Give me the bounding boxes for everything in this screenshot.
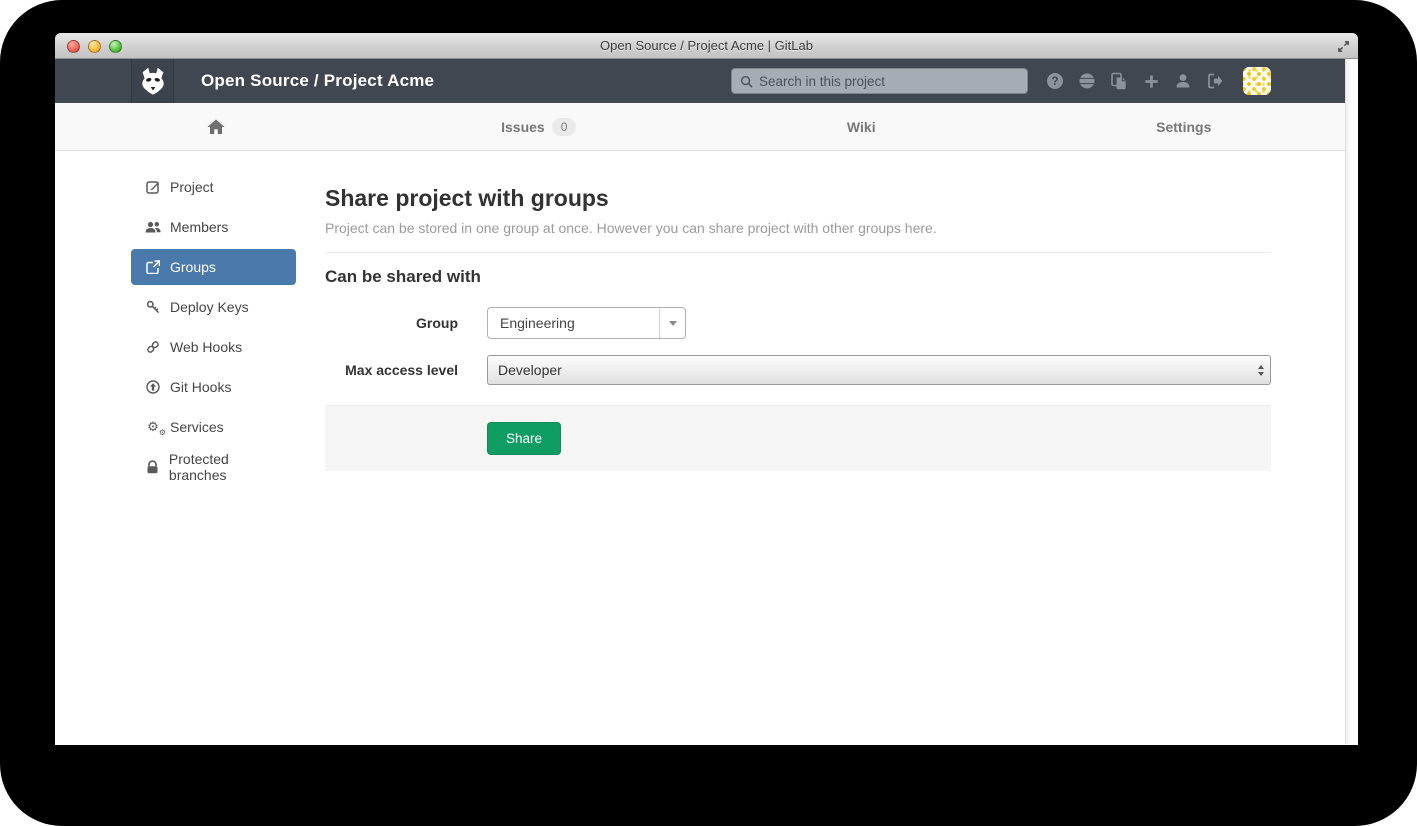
tanuki-logo-icon	[137, 65, 169, 97]
profile-icon[interactable]	[1167, 65, 1199, 97]
window-titlebar: Open Source / Project Acme | GitLab	[55, 33, 1358, 59]
logout-icon[interactable]	[1199, 65, 1231, 97]
sidebar-item-project[interactable]: Project	[131, 169, 296, 205]
sidebar-item-label: Project	[170, 179, 214, 195]
home-icon	[207, 119, 225, 135]
nav-wiki[interactable]: Wiki	[700, 103, 1023, 150]
sidebar-item-label: Web Hooks	[170, 339, 242, 355]
sidebar-item-protected-branches[interactable]: Protected branches	[131, 449, 296, 485]
group-form-row: Group Engineering	[325, 307, 1271, 339]
max-access-form-row: Max access level Developer	[325, 355, 1271, 385]
app-header: Open Source / Project Acme ?	[55, 59, 1358, 103]
pencil-square-icon	[145, 180, 161, 194]
group-select-value: Engineering	[488, 308, 659, 338]
svg-text:?: ?	[1051, 76, 1058, 88]
close-window-button[interactable]	[67, 40, 80, 53]
minimize-window-button[interactable]	[88, 40, 101, 53]
settings-sidebar: Project Members Groups	[131, 169, 296, 743]
nav-home[interactable]	[55, 103, 378, 150]
key-icon	[145, 300, 161, 314]
lock-icon	[145, 460, 160, 474]
sidebar-item-members[interactable]: Members	[131, 209, 296, 245]
globe-icon[interactable]	[1071, 65, 1103, 97]
header-icons: ?	[1039, 65, 1231, 97]
sidebar-item-label: Git Hooks	[170, 379, 231, 395]
select-stepper-icon	[1258, 365, 1264, 376]
main-panel: Share project with groups Project can be…	[325, 169, 1271, 743]
window-title: Open Source / Project Acme | GitLab	[600, 38, 813, 53]
gitlab-logo[interactable]	[131, 59, 174, 103]
nav-settings-label: Settings	[1156, 119, 1211, 135]
nav-issues-label: Issues	[501, 119, 545, 135]
users-icon	[145, 220, 161, 234]
user-avatar[interactable]	[1243, 67, 1271, 95]
section-heading: Can be shared with	[325, 267, 1271, 287]
share-button[interactable]: Share	[487, 422, 561, 455]
sidebar-item-label: Services	[170, 419, 224, 435]
zoom-window-button[interactable]	[109, 40, 122, 53]
sidebar-item-label: Groups	[170, 259, 216, 275]
gears-icon: ⚙⚙	[145, 421, 161, 434]
sidebar-item-label: Members	[170, 219, 228, 235]
sidebar-item-web-hooks[interactable]: Web Hooks	[131, 329, 296, 365]
sidebar-item-label: Deploy Keys	[170, 299, 249, 315]
header-left-spacer	[55, 59, 131, 103]
new-project-icon[interactable]	[1135, 65, 1167, 97]
link-icon	[145, 340, 161, 354]
nav-issues[interactable]: Issues 0	[378, 103, 701, 150]
browser-viewport: Open Source / Project Acme ?	[55, 59, 1358, 744]
project-nav: Issues 0 Wiki Settings	[55, 103, 1358, 151]
group-label: Group	[325, 315, 458, 331]
max-access-select-value: Developer	[498, 362, 562, 378]
header-project-title: Open Source / Project Acme	[201, 71, 434, 91]
issues-count-badge: 0	[552, 118, 577, 136]
snippets-icon[interactable]	[1103, 65, 1135, 97]
browser-window: Open Source / Project Acme | GitLab Open…	[55, 33, 1358, 745]
page-content: Project Members Groups	[55, 151, 1358, 743]
search-input[interactable]	[759, 74, 1019, 89]
fullscreen-icon[interactable]	[1336, 39, 1351, 54]
help-icon[interactable]: ?	[1039, 65, 1071, 97]
max-access-label: Max access level	[325, 362, 458, 378]
divider	[325, 252, 1271, 253]
group-select[interactable]: Engineering	[487, 307, 686, 339]
form-actions: Share	[325, 405, 1271, 471]
sidebar-item-services[interactable]: ⚙⚙ Services	[131, 409, 296, 445]
search-box	[731, 68, 1028, 94]
sidebar-item-git-hooks[interactable]: Git Hooks	[131, 369, 296, 405]
nav-wiki-label: Wiki	[847, 119, 876, 135]
share-square-icon	[145, 260, 161, 274]
page-title: Share project with groups	[325, 185, 1271, 212]
page-description: Project can be stored in one group at on…	[325, 220, 1271, 236]
nav-settings[interactable]: Settings	[1023, 103, 1346, 150]
max-access-select[interactable]: Developer	[487, 355, 1271, 385]
sidebar-item-groups[interactable]: Groups	[131, 249, 296, 285]
sidebar-item-label: Protected branches	[169, 451, 282, 483]
scrollbar-track[interactable]	[1345, 59, 1358, 744]
sidebar-item-deploy-keys[interactable]: Deploy Keys	[131, 289, 296, 325]
traffic-lights	[67, 33, 122, 59]
upload-circle-icon	[145, 380, 161, 394]
search-icon	[740, 75, 753, 88]
screenshot-background: Open Source / Project Acme | GitLab Open…	[0, 0, 1417, 826]
chevron-down-icon	[659, 308, 685, 338]
